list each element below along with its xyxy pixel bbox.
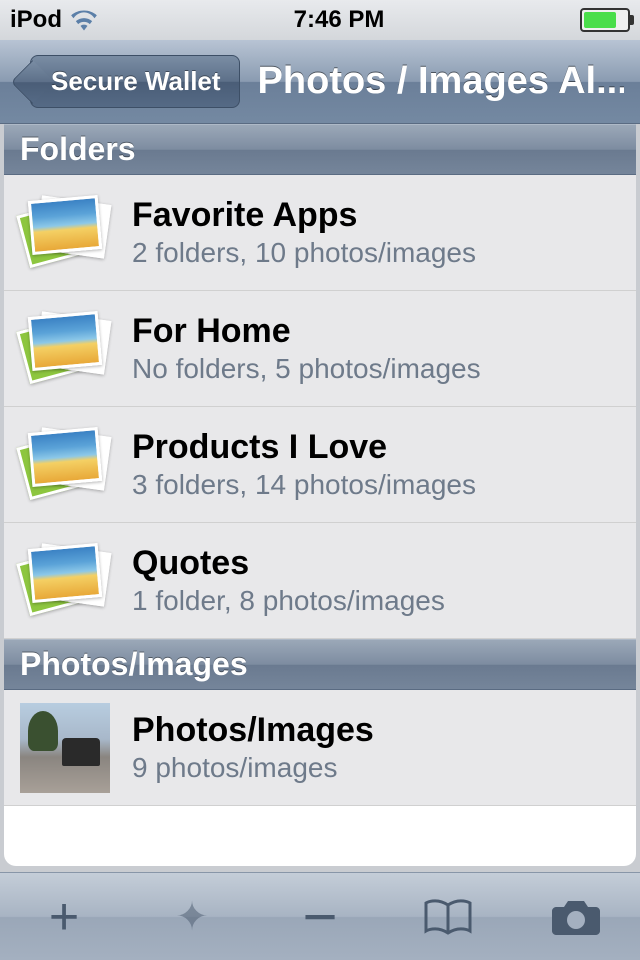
camera-button[interactable] (546, 887, 606, 947)
photo-thumbnail (20, 703, 110, 793)
status-bar: iPod 7:46 PM (0, 0, 640, 40)
photos-row[interactable]: Photos/Images 9 photos/images (4, 690, 636, 806)
back-button[interactable]: Secure Wallet (30, 55, 240, 108)
photos-subtitle: 9 photos/images (132, 752, 374, 784)
folder-subtitle: 2 folders, 10 photos/images (132, 237, 476, 269)
photos-section-header: Photos/Images (4, 639, 636, 690)
page-title: Photos / Images Al... (258, 60, 624, 103)
content-area: Folders Favorite Apps 2 folders, 10 phot… (4, 124, 636, 866)
wand-icon: ✦ (175, 894, 209, 940)
folder-title: Favorite Apps (132, 196, 476, 235)
wand-button[interactable]: ✦ (162, 887, 222, 947)
photo-stack-icon (20, 536, 110, 626)
back-button-label: Secure Wallet (51, 66, 221, 96)
folder-subtitle: No folders, 5 photos/images (132, 353, 481, 385)
folder-title: Quotes (132, 544, 445, 583)
folder-title: Products I Love (132, 428, 476, 467)
photos-title: Photos/Images (132, 711, 374, 750)
minus-icon: − (302, 882, 337, 951)
toolbar: + ✦ − (0, 872, 640, 960)
folder-subtitle: 1 folder, 8 photos/images (132, 585, 445, 617)
photo-stack-icon (20, 304, 110, 394)
book-icon (422, 897, 474, 937)
folder-row-for-home[interactable]: For Home No folders, 5 photos/images (4, 291, 636, 407)
add-button[interactable]: + (34, 887, 94, 947)
navigation-bar: Secure Wallet Photos / Images Al... (0, 40, 640, 124)
device-label: iPod (10, 6, 62, 34)
folders-section-header: Folders (4, 124, 636, 175)
clock: 7:46 PM (294, 6, 385, 34)
folder-title: For Home (132, 312, 481, 351)
battery-icon (580, 8, 630, 32)
remove-button[interactable]: − (290, 887, 350, 947)
camera-icon (550, 897, 602, 937)
folder-subtitle: 3 folders, 14 photos/images (132, 469, 476, 501)
photo-stack-icon (20, 188, 110, 278)
plus-icon: + (49, 887, 79, 947)
wifi-icon (70, 9, 98, 31)
folder-row-quotes[interactable]: Quotes 1 folder, 8 photos/images (4, 523, 636, 639)
folder-row-products-i-love[interactable]: Products I Love 3 folders, 14 photos/ima… (4, 407, 636, 523)
bookmarks-button[interactable] (418, 887, 478, 947)
folder-row-favorite-apps[interactable]: Favorite Apps 2 folders, 10 photos/image… (4, 175, 636, 291)
photo-stack-icon (20, 420, 110, 510)
